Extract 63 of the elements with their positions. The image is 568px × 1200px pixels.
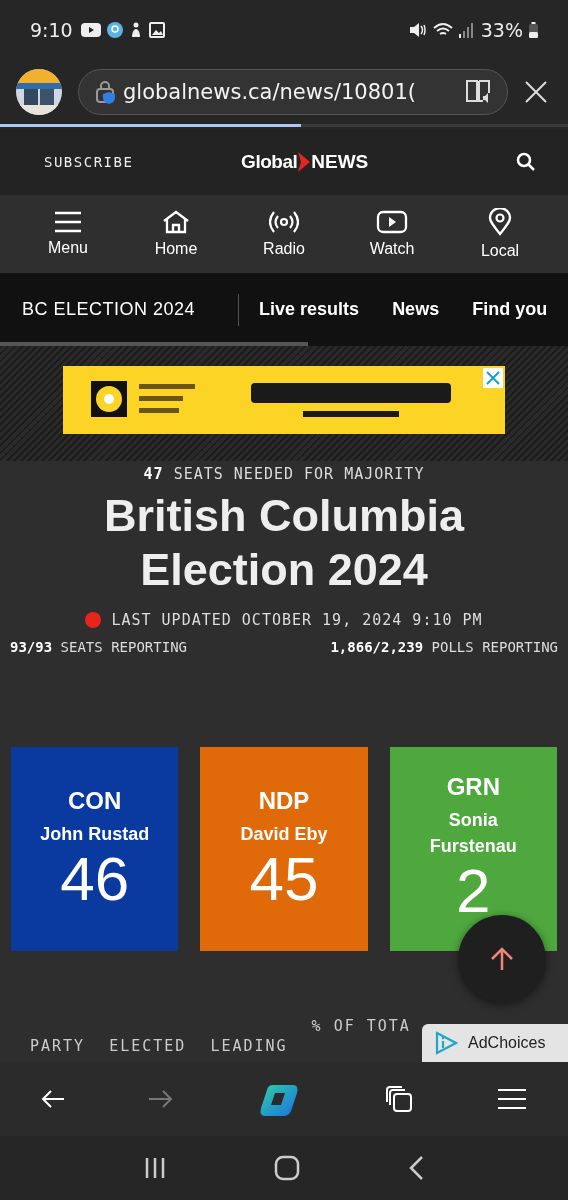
nav-button[interactable]: Local xyxy=(460,204,540,264)
clock: 9:10 xyxy=(30,19,73,41)
last-updated: LAST UPDATED OCTOBER 19, 2024 9:10 PM xyxy=(111,611,483,629)
menu-icon xyxy=(54,211,82,233)
back-icon[interactable] xyxy=(408,1155,424,1181)
radio-icon xyxy=(269,210,299,234)
close-icon xyxy=(486,370,500,385)
party-name: CON xyxy=(68,787,122,815)
polls-reporting: 1,866/2,239 POLLS REPORTING xyxy=(330,639,558,655)
column-header: ELECTED xyxy=(109,1037,187,1055)
seat-count: 45 xyxy=(249,847,319,911)
leader-name: Sonia Furstenau xyxy=(428,809,518,858)
arrow-up-icon xyxy=(489,946,515,972)
play-icon xyxy=(376,210,408,234)
wifi-icon xyxy=(432,22,453,38)
seat-count: 46 xyxy=(60,847,130,911)
image-icon xyxy=(148,22,165,38)
home-icon xyxy=(162,210,190,234)
lock-icon xyxy=(95,80,117,104)
column-header: LEADING xyxy=(210,1037,288,1055)
location-pin-icon xyxy=(488,208,512,236)
logo-text[interactable]: NEWS xyxy=(311,151,369,173)
play-info-icon xyxy=(434,1031,458,1055)
scroll-top-button[interactable] xyxy=(458,915,546,1003)
battery-icon xyxy=(529,22,538,38)
search-icon[interactable] xyxy=(516,152,536,172)
address-field[interactable]: globalnews.ca/news/10801( xyxy=(78,69,508,115)
seat-count: 2 xyxy=(456,859,491,923)
seats-reporting: 93/93 SEATS REPORTING xyxy=(10,639,187,655)
leader-name: John Rustad xyxy=(39,823,151,846)
recent-apps-icon[interactable] xyxy=(144,1156,166,1180)
tabs-icon[interactable] xyxy=(383,1084,414,1114)
leader-name: David Eby xyxy=(239,823,329,846)
home-icon[interactable] xyxy=(274,1155,300,1181)
subscribe-link[interactable]: SUBSCRIBE xyxy=(44,154,134,170)
page-title: British Columbia Election 2024 xyxy=(103,489,466,597)
nav-button[interactable]: Radio xyxy=(244,206,324,262)
logo-text[interactable]: Global xyxy=(241,151,298,173)
reader-icon[interactable] xyxy=(465,79,493,105)
signal-icon xyxy=(458,22,473,38)
chevron-icon xyxy=(298,152,311,172)
party-name: GRN xyxy=(446,773,500,801)
close-ad-button[interactable] xyxy=(483,367,503,388)
mute-icon xyxy=(408,22,427,38)
adchoices-badge[interactable]: AdChoices xyxy=(422,1024,568,1062)
party-name: NDP xyxy=(258,787,310,815)
video-icon xyxy=(80,23,101,37)
nav-button[interactable]: Watch xyxy=(352,206,432,262)
section-link[interactable]: Live results xyxy=(259,299,360,320)
column-header: % OF TOTA xyxy=(311,1017,411,1037)
nav-button[interactable]: Home xyxy=(136,206,216,262)
nav-button[interactable]: Menu xyxy=(28,207,108,261)
live-dot-icon xyxy=(85,612,102,628)
section-link[interactable]: News xyxy=(392,299,440,320)
column-header: PARTY xyxy=(30,1037,86,1055)
section-title: BC ELECTION 2024 xyxy=(22,299,196,320)
menu-icon[interactable] xyxy=(496,1088,527,1110)
majority-note: 47 SEATS NEEDED FOR MAJORITY xyxy=(143,465,425,483)
forward-icon[interactable] xyxy=(148,1089,175,1109)
battery-percent: 33% xyxy=(480,19,523,41)
section-link[interactable]: Find you xyxy=(472,299,548,320)
location-icon xyxy=(106,22,123,38)
close-icon[interactable] xyxy=(524,80,548,104)
